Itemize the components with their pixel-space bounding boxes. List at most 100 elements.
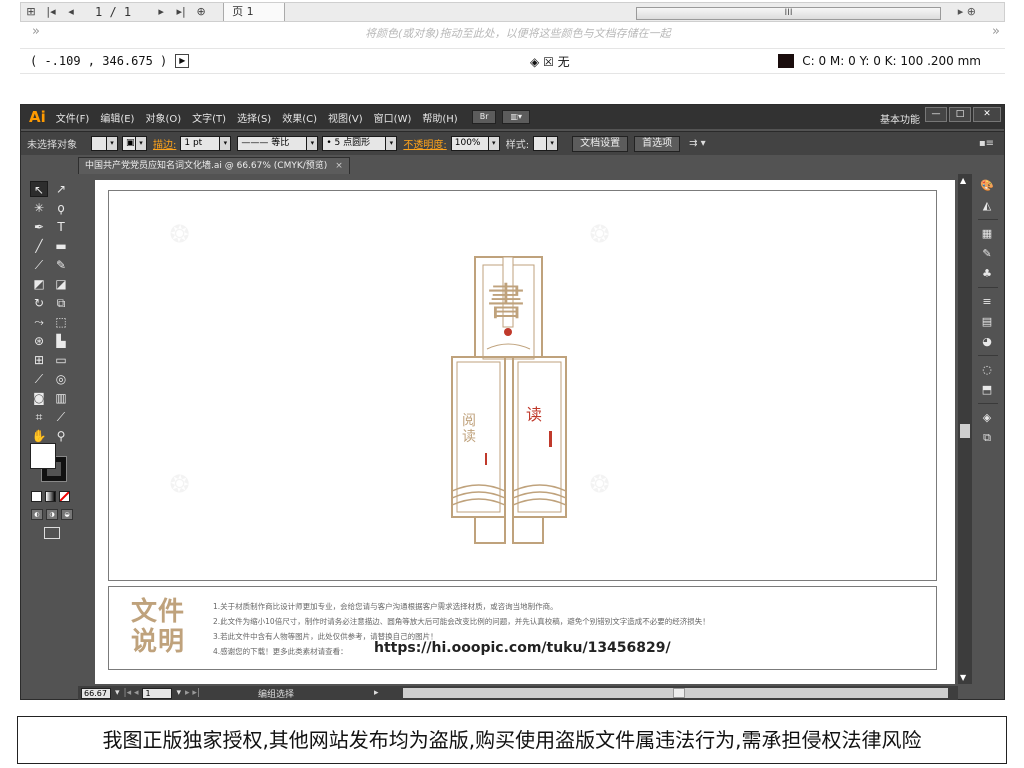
document-tab[interactable]: 中国共产党党员应知名词文化墙.ai @ 66.67% (CMYK/预览) × [78,157,350,174]
style-field[interactable] [533,136,548,151]
draw-inside-icon[interactable]: ◒ [61,509,73,520]
canvas-area[interactable]: 書 阅读 读 文件 说明 1.关于材质制作商比设计师更加专业，会给您请与客户沟通… [78,174,958,684]
artboard-number-field[interactable]: 1 [142,687,173,699]
arrange-documents-button[interactable]: ▥▾ [502,110,531,124]
menu-effect[interactable]: 效果(C) [282,110,317,125]
zoom-dropdown-icon[interactable]: ▾ [115,688,120,698]
layers-panel-icon[interactable]: ◈ [979,411,995,425]
horizontal-scrollbar[interactable]: III [636,7,941,20]
color-mode-icon[interactable] [31,491,42,502]
direct-selection-tool-icon[interactable]: ↗ [52,181,70,197]
eyedropper-tool-icon[interactable]: ⟋ [30,371,48,387]
stroke-profile-field[interactable]: ——— 等比 [237,136,308,151]
artboard[interactable]: 書 阅读 读 文件 说明 1.关于材质制作商比设计师更加专业，会给您请与客户沟通… [95,180,955,684]
menu-type[interactable]: 文字(T) [192,110,226,125]
prev-page-icon[interactable]: ◂ [63,4,79,20]
stroke-label[interactable]: 描边: [153,136,176,151]
blend-tool-icon[interactable]: ◎ [52,371,70,387]
perspective-grid-tool-icon[interactable]: ▙ [52,333,70,349]
menu-object[interactable]: 对象(O) [145,110,181,125]
scroll-down-icon[interactable]: ▼ [960,673,966,682]
expand-arrows-icon[interactable]: » [32,24,40,39]
brush-field[interactable]: • 5 点圆形 [322,136,387,151]
first-artboard-icon[interactable]: |◂ ◂ [124,688,139,698]
opacity-label[interactable]: 不透明度: [403,136,446,151]
zoom-tool-icon[interactable]: ⚲ [52,428,70,444]
eraser-tool-icon[interactable]: ◪ [52,276,70,292]
scale-tool-icon[interactable]: ⧉ [52,295,70,311]
stroke-weight-dropdown-icon[interactable]: ▾ [220,136,232,151]
preferences-button[interactable]: 首选项 [634,135,681,152]
play-icon[interactable]: ▶ [175,54,190,68]
fill-color-swatch[interactable] [30,443,56,469]
zoom-field[interactable]: 66.67 [81,687,111,699]
gradient-panel-icon[interactable]: ▤ [979,315,995,329]
maximize-button[interactable]: □ [949,107,971,122]
symbol-sprayer-tool-icon[interactable]: ◙ [30,390,48,406]
bridge-button[interactable]: Br [471,110,497,124]
draw-normal-icon[interactable]: ◐ [31,509,43,520]
line-tool-icon[interactable]: ╱ [30,238,48,254]
stroke-dropdown-icon[interactable]: ▾ [136,136,147,151]
column-graph-tool-icon[interactable]: ▥ [52,390,70,406]
menu-window[interactable]: 窗口(W) [374,110,412,125]
zoom-icon[interactable]: ▸ ⊕ [958,5,976,18]
transparency-panel-icon[interactable]: ◕ [979,335,995,349]
mesh-tool-icon[interactable]: ⊞ [30,352,48,368]
artboards-panel-icon[interactable]: ⧉ [979,431,995,445]
swatches-panel-icon[interactable]: ▦ [979,227,995,241]
symbols-panel-icon[interactable]: ♣ [979,267,995,281]
menu-help[interactable]: 帮助(H) [422,110,457,125]
rectangle-tool-icon[interactable]: ▬ [52,238,70,254]
profile-dropdown-icon[interactable]: ▾ [307,136,319,151]
lasso-tool-icon[interactable]: ϙ [52,200,70,216]
workspace-switcher[interactable]: 基本功能 [880,111,920,126]
close-tab-icon[interactable]: × [335,161,343,171]
page-tab[interactable]: 页 1 [223,3,285,21]
status-menu-icon[interactable]: ▸ [374,688,379,698]
new-page-icon[interactable]: ⊞ [23,4,39,20]
color-guide-icon[interactable]: ◭ [979,199,995,213]
style-dropdown-icon[interactable]: ▾ [547,136,559,151]
notes-url[interactable]: https://hi.ooopic.com/tuku/13456829/ [374,640,671,656]
hand-tool-icon[interactable]: ✋ [30,428,48,444]
color-panel-icon[interactable]: 🎨 [979,179,995,193]
type-tool-icon[interactable]: T [52,219,70,235]
magic-wand-tool-icon[interactable]: ✳ [30,200,48,216]
graphic-styles-icon[interactable]: ⬒ [979,383,995,397]
panel-menu-icon[interactable]: ▪≡ [979,138,994,149]
scroll-up-icon[interactable]: ▲ [960,176,966,185]
slice-tool-icon[interactable]: ⟋ [52,409,70,425]
add-page-icon[interactable]: ⊕ [193,4,209,20]
vertical-scrollbar[interactable]: ▲ ▼ [958,174,972,684]
fill-color-field[interactable] [91,136,107,151]
paintbrush-tool-icon[interactable]: ⟋ [30,257,48,273]
gradient-mode-icon[interactable] [45,491,56,502]
next-artboard-icon[interactable]: ▸ ▸| [185,688,200,698]
first-page-icon[interactable]: |◂ [43,4,59,20]
vertical-scroll-thumb[interactable] [960,424,970,438]
shape-builder-tool-icon[interactable]: ⊛ [30,333,48,349]
warp-tool-icon[interactable]: ⤳ [30,314,48,330]
blob-brush-tool-icon[interactable]: ◩ [30,276,48,292]
menu-view[interactable]: 视图(V) [328,110,363,125]
bookmark-artwork[interactable] [109,191,938,582]
collapse-arrows-icon[interactable]: » [992,24,1000,39]
status-mode-label[interactable]: 编组选择 [258,687,294,700]
opacity-field[interactable]: 100% [450,136,489,151]
document-setup-button[interactable]: 文档设置 [572,135,629,152]
next-page-icon[interactable]: ▸ [153,4,169,20]
close-button[interactable]: ✕ [973,107,1001,122]
gradient-tool-icon[interactable]: ▭ [52,352,70,368]
rotate-tool-icon[interactable]: ↻ [30,295,48,311]
bottom-scroll-thumb[interactable] [673,688,685,698]
artboard-tool-icon[interactable]: ⌗ [30,409,48,425]
pencil-tool-icon[interactable]: ✎ [52,257,70,273]
menu-file[interactable]: 文件(F) [56,110,90,125]
selection-tool-icon[interactable]: ↖ [30,181,48,197]
none-mode-icon[interactable] [59,491,70,502]
last-page-icon[interactable]: ▸| [173,4,189,20]
stroke-panel-icon[interactable]: ≡ [979,295,995,309]
free-transform-tool-icon[interactable]: ⬚ [52,314,70,330]
menu-select[interactable]: 选择(S) [237,110,271,125]
